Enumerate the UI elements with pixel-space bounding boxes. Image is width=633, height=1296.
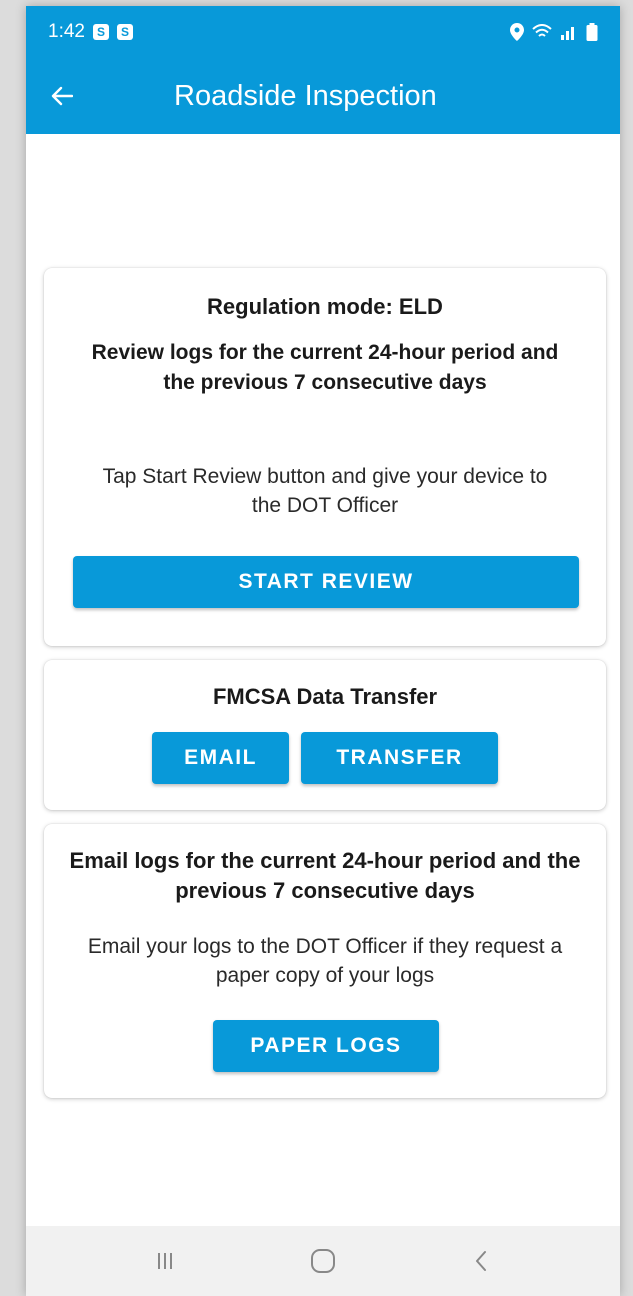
status-right bbox=[510, 23, 598, 41]
start-review-button[interactable]: START REVIEW bbox=[73, 556, 579, 608]
recent-apps-button[interactable] bbox=[140, 1241, 190, 1281]
transfer-button[interactable]: TRANSFER bbox=[301, 732, 498, 784]
email-logs-title: Email logs for the current 24-hour perio… bbox=[69, 848, 581, 903]
recent-apps-icon bbox=[158, 1253, 172, 1269]
wifi-icon bbox=[532, 24, 552, 37]
notification-badge-icon: S bbox=[92, 24, 109, 40]
back-button[interactable] bbox=[42, 76, 82, 116]
review-period-text: Review logs for the current 24-hour peri… bbox=[91, 341, 559, 394]
email-button[interactable]: EMAIL bbox=[152, 732, 289, 784]
page-title: Roadside Inspection bbox=[174, 80, 437, 112]
location-pin-icon bbox=[510, 23, 524, 41]
regulation-mode-title: Regulation mode: ELD bbox=[207, 294, 443, 319]
home-button[interactable] bbox=[298, 1241, 348, 1281]
email-logs-instruction: Email your logs to the DOT Officer if th… bbox=[87, 935, 563, 987]
status-time: 1:42 bbox=[48, 21, 85, 42]
data-transfer-card: FMCSA Data Transfer EMAIL TRANSFER bbox=[44, 660, 606, 810]
signal-icon bbox=[561, 27, 574, 40]
status-left: 1:42 S S bbox=[48, 21, 133, 43]
system-nav-bar bbox=[26, 1226, 620, 1296]
notification-badge-icon: S bbox=[116, 24, 133, 40]
nav-back-icon bbox=[476, 1251, 486, 1271]
paper-logs-card: Email logs for the current 24-hour perio… bbox=[44, 824, 606, 1098]
home-icon bbox=[311, 1249, 335, 1273]
phone-screen: 1:42 S S Roadside Inspection Regulation … bbox=[26, 6, 620, 1296]
battery-icon bbox=[586, 23, 598, 41]
app-bar: Roadside Inspection bbox=[26, 58, 620, 134]
paper-logs-button[interactable]: PAPER LOGS bbox=[213, 1020, 439, 1072]
review-card: Regulation mode: ELD Review logs for the… bbox=[44, 268, 606, 646]
review-instruction-text: Tap Start Review button and give your de… bbox=[102, 465, 548, 517]
arrow-left-icon bbox=[51, 86, 73, 106]
nav-back-button[interactable] bbox=[456, 1241, 506, 1281]
fmcsa-transfer-title: FMCSA Data Transfer bbox=[212, 684, 438, 709]
status-bar: 1:42 S S bbox=[26, 6, 620, 58]
